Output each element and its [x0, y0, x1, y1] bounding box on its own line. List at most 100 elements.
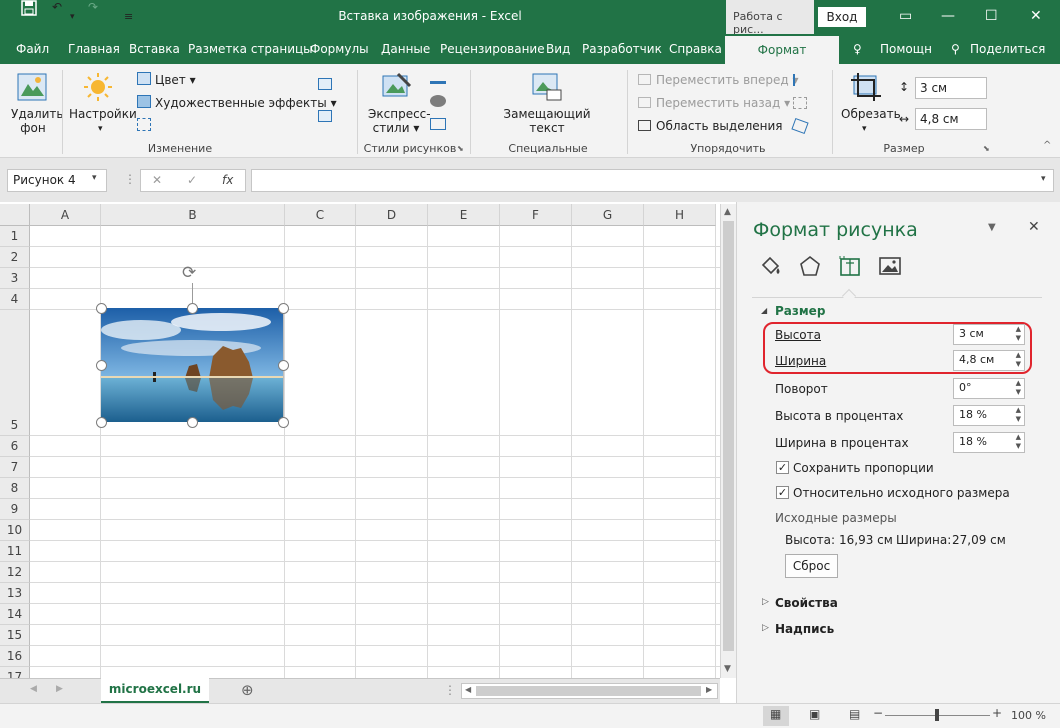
- collapse-ribbon-icon[interactable]: ^: [1043, 140, 1051, 151]
- resize-handle-se[interactable]: [278, 417, 289, 428]
- zoom-slider-thumb[interactable]: [935, 709, 939, 721]
- h-scroll-thumb[interactable]: [476, 686, 701, 696]
- quick-styles-button[interactable]: Экспресс-стили ▾: [368, 107, 431, 135]
- tab-formulas[interactable]: Формулы: [310, 42, 369, 56]
- add-sheet-icon[interactable]: ⊕: [241, 681, 254, 699]
- inserted-picture[interactable]: [101, 308, 283, 422]
- picture-icon[interactable]: [878, 255, 902, 280]
- row-header[interactable]: 15: [0, 625, 30, 646]
- resize-handle-sw[interactable]: [96, 417, 107, 428]
- resize-handle-e[interactable]: [278, 360, 289, 371]
- corrections-button[interactable]: Настройки: [69, 107, 137, 121]
- relative-size-checkbox[interactable]: ✓: [776, 486, 789, 499]
- section-size-header[interactable]: Размер: [775, 304, 825, 318]
- tab-developer[interactable]: Разработчик: [582, 42, 662, 56]
- resize-handle-n[interactable]: [187, 303, 198, 314]
- rotate-handle-icon[interactable]: ⟳: [182, 263, 196, 283]
- row-header[interactable]: 4: [0, 289, 30, 310]
- resize-handle-nw[interactable]: [96, 303, 107, 314]
- ribbon-display-icon[interactable]: ▭: [899, 8, 912, 24]
- change-picture-icon[interactable]: [318, 78, 332, 90]
- row-header[interactable]: 1: [0, 226, 30, 247]
- artistic-effects-button[interactable]: Художественные эффекты ▾: [155, 96, 337, 110]
- spinner-icon[interactable]: ▲ ▼: [1016, 433, 1021, 451]
- tell-me-search[interactable]: Помощн: [880, 42, 932, 56]
- row-header[interactable]: 13: [0, 583, 30, 604]
- scroll-right-icon[interactable]: ▶: [706, 685, 712, 694]
- sheet-tab[interactable]: microexcel.ru: [101, 677, 209, 703]
- picture-effects-icon[interactable]: [430, 95, 446, 107]
- section-alt-text-header[interactable]: Надпись: [775, 622, 834, 636]
- formula-input[interactable]: [251, 169, 1054, 192]
- column-header[interactable]: A: [30, 204, 101, 226]
- column-header[interactable]: E: [428, 204, 500, 226]
- compress-pictures-icon[interactable]: [137, 118, 151, 131]
- row-header[interactable]: 5: [0, 310, 30, 436]
- tab-home[interactable]: Главная: [68, 42, 120, 56]
- picture-border-icon[interactable]: [430, 72, 446, 84]
- scroll-left-icon[interactable]: ◀: [465, 685, 471, 694]
- ribbon-width-input[interactable]: 4,8 см: [915, 108, 987, 130]
- share-button[interactable]: Поделиться: [970, 42, 1045, 56]
- spinner-icon[interactable]: ▲ ▼: [1016, 325, 1021, 343]
- spinner-icon[interactable]: ▲ ▼: [1016, 406, 1021, 424]
- minimize-icon[interactable]: —: [941, 8, 955, 24]
- worksheet-grid[interactable]: [0, 202, 720, 678]
- row-header[interactable]: 11: [0, 541, 30, 562]
- ribbon-height-input[interactable]: 3 см: [915, 77, 987, 99]
- pane-close-icon[interactable]: ✕: [1028, 219, 1040, 235]
- scroll-thumb[interactable]: [723, 221, 734, 651]
- row-header[interactable]: 9: [0, 499, 30, 520]
- width-input[interactable]: 4,8 см ▲ ▼: [953, 350, 1025, 371]
- resize-handle-ne[interactable]: [278, 303, 289, 314]
- column-header[interactable]: G: [572, 204, 644, 226]
- row-header[interactable]: 12: [0, 562, 30, 583]
- row-header[interactable]: 3: [0, 268, 30, 289]
- dialog-launcher-icon[interactable]: ⬊: [457, 144, 464, 153]
- maximize-icon[interactable]: ☐: [985, 8, 998, 24]
- chevron-down-icon[interactable]: ▾: [92, 173, 97, 183]
- row-header[interactable]: 16: [0, 646, 30, 667]
- tab-help[interactable]: Справка: [669, 42, 722, 56]
- row-header[interactable]: 14: [0, 604, 30, 625]
- column-header[interactable]: H: [644, 204, 716, 226]
- login-button[interactable]: Вход: [818, 7, 866, 27]
- row-header[interactable]: 2: [0, 247, 30, 268]
- column-header[interactable]: F: [500, 204, 572, 226]
- selection-pane-button[interactable]: Область выделения: [656, 119, 783, 133]
- height-input[interactable]: 3 см ▲ ▼: [953, 324, 1025, 345]
- page-layout-icon[interactable]: ▣: [809, 707, 820, 721]
- crop-button[interactable]: Обрезать: [841, 107, 901, 121]
- tab-file[interactable]: Файл: [16, 42, 49, 56]
- row-header[interactable]: 10: [0, 520, 30, 541]
- insert-function-button[interactable]: fx: [222, 173, 233, 187]
- tab-review[interactable]: Рецензирование: [440, 42, 545, 56]
- tab-view[interactable]: Вид: [546, 42, 570, 56]
- tab-insert[interactable]: Вставка: [129, 42, 180, 56]
- pane-options-icon[interactable]: ▼: [988, 222, 996, 233]
- section-properties-header[interactable]: Свойства: [775, 596, 838, 610]
- picture-layout-icon[interactable]: [430, 118, 446, 130]
- close-icon[interactable]: ✕: [1030, 8, 1042, 24]
- reset-button[interactable]: Сброс: [785, 554, 838, 578]
- rotation-input[interactable]: 0° ▲ ▼: [953, 378, 1025, 399]
- remove-background-button[interactable]: Удалить фон: [11, 107, 64, 135]
- zoom-level[interactable]: 100 %: [1011, 709, 1046, 722]
- prev-sheet-icon[interactable]: ◀: [30, 684, 37, 694]
- scale-width-input[interactable]: 18 % ▲ ▼: [953, 432, 1025, 453]
- resize-handle-w[interactable]: [96, 360, 107, 371]
- scale-height-input[interactable]: 18 % ▲ ▼: [953, 405, 1025, 426]
- row-header[interactable]: 6: [0, 436, 30, 457]
- row-header[interactable]: 7: [0, 457, 30, 478]
- color-button[interactable]: Цвет ▾: [155, 73, 196, 87]
- spinner-icon[interactable]: ▲ ▼: [1016, 351, 1021, 369]
- column-header[interactable]: B: [101, 204, 285, 226]
- align-icon[interactable]: [793, 74, 807, 86]
- size-properties-icon[interactable]: [838, 255, 862, 280]
- tab-data[interactable]: Данные: [381, 42, 430, 56]
- tab-page-layout[interactable]: Разметка страницы: [188, 42, 313, 56]
- expand-formula-icon[interactable]: ▾: [1041, 174, 1046, 184]
- size-dialog-launcher-icon[interactable]: ⬊: [983, 144, 990, 153]
- next-sheet-icon[interactable]: ▶: [56, 684, 63, 694]
- lock-aspect-checkbox[interactable]: ✓: [776, 461, 789, 474]
